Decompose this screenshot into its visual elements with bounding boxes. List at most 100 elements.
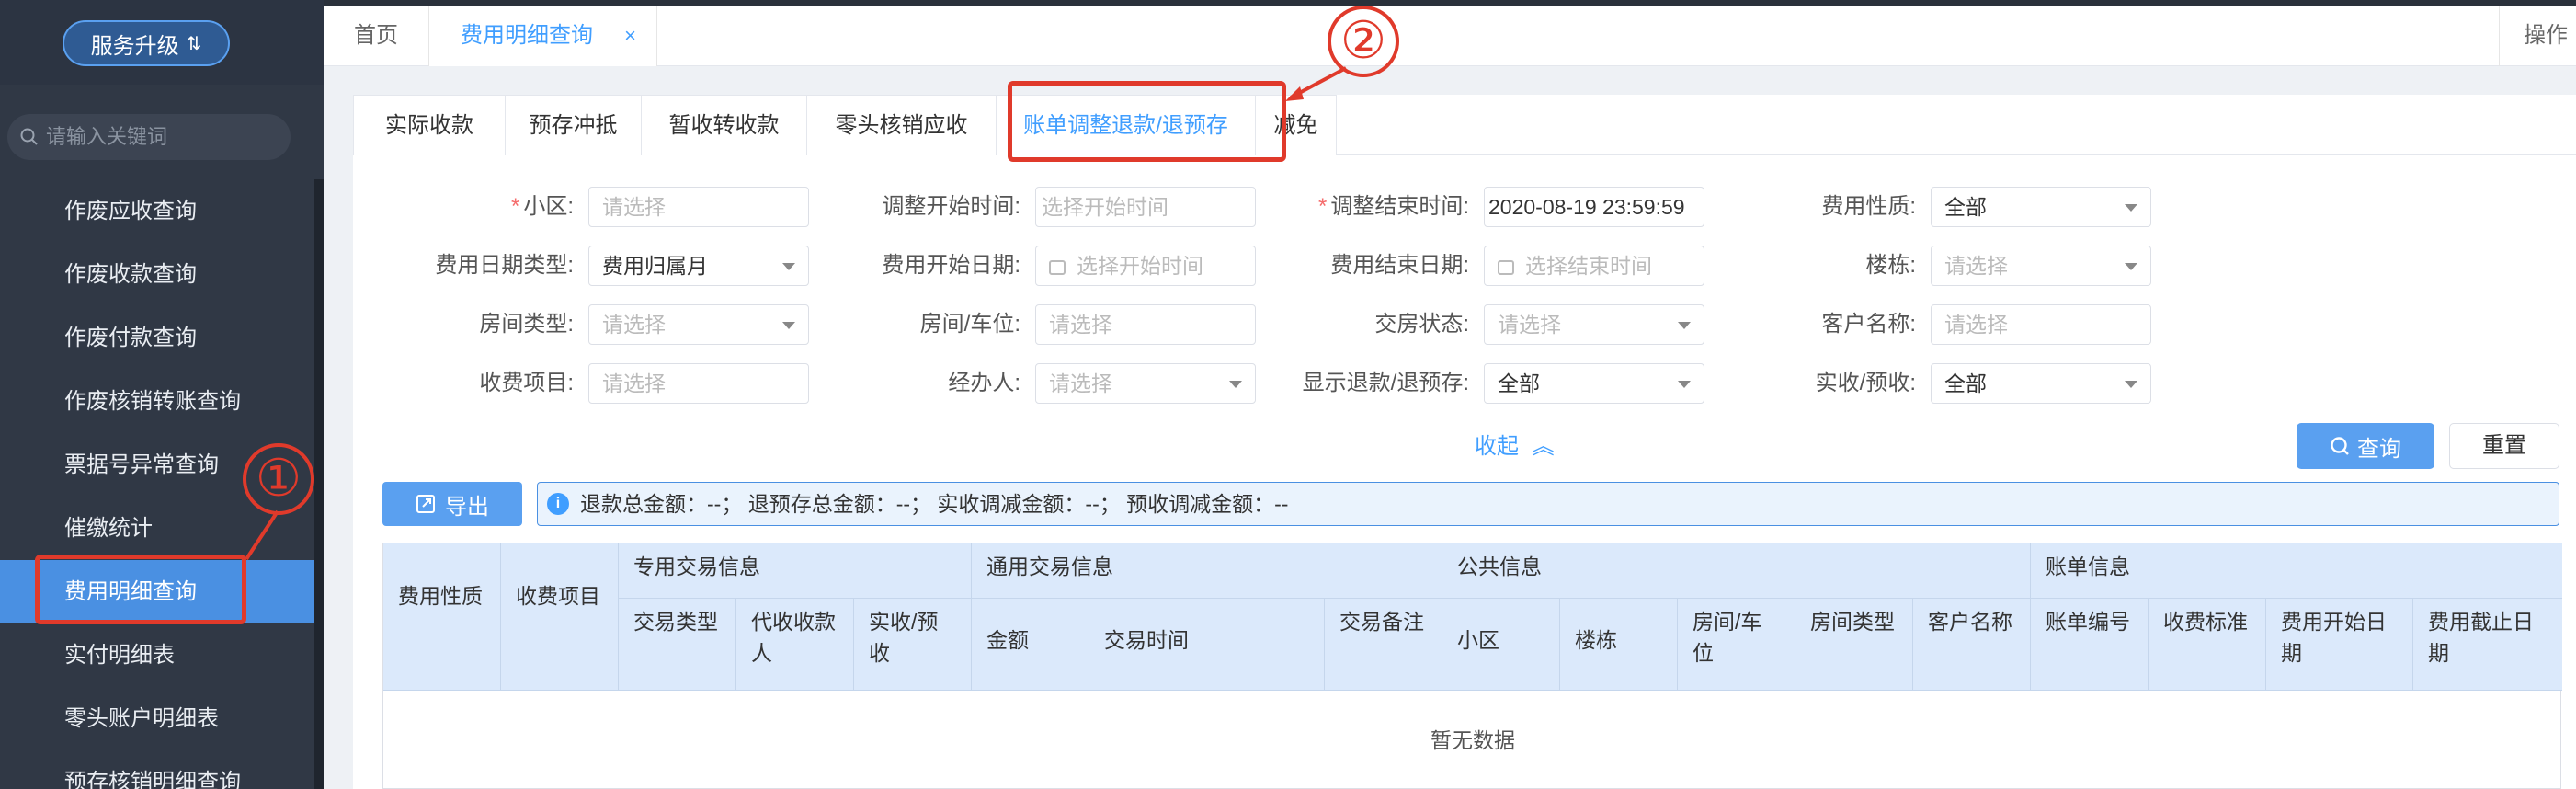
sidebar-item[interactable]: 零头账户明细表 xyxy=(0,687,314,750)
chevron-down-icon xyxy=(2125,204,2137,212)
collapse-toggle[interactable]: 收起 ︽ xyxy=(1475,428,1555,460)
community-label: * 小区: xyxy=(510,194,574,219)
customer-label: 客户名称: xyxy=(1821,312,1916,337)
column-header: 账单编号 xyxy=(2031,599,2149,691)
annotation-circle-1: ① xyxy=(243,443,314,515)
info-icon: i xyxy=(547,493,569,515)
room-type-label: 房间类型: xyxy=(479,312,574,337)
chevron-up-double-icon: ︽ xyxy=(1532,434,1555,459)
fee-nature-select[interactable]: 全部 xyxy=(1931,187,2151,227)
tab-home[interactable]: 首页 xyxy=(324,6,429,66)
handover-select[interactable]: 请选择 xyxy=(1484,304,1704,345)
empty-state: 暂无数据 xyxy=(1430,728,1515,752)
annotation-circle-2: ② xyxy=(1328,6,1399,77)
reset-button[interactable]: 重置 xyxy=(2449,423,2559,469)
show-refund-label: 显示退款/退预存: xyxy=(1302,371,1469,395)
summary-bar: i 退款总金额：--； 退预存总金额：--； 实收调减金额：--； 预收调减金额… xyxy=(537,482,2559,526)
customer-input[interactable]: 请选择 xyxy=(1931,304,2151,345)
tab-prepay-offset[interactable]: 预存冲抵 xyxy=(506,95,642,155)
annotation-box-2 xyxy=(1008,81,1286,162)
group-header: 通用交易信息 xyxy=(972,543,1442,599)
adjust-end-label: * 调整结束时间: xyxy=(1317,194,1469,219)
column-header: 房间类型 xyxy=(1795,599,1913,691)
column-header: 交易备注 xyxy=(1325,599,1442,691)
sidebar-search[interactable] xyxy=(7,114,291,160)
collapse-label: 收起 xyxy=(1475,434,1519,459)
fee-date-type-select[interactable]: 费用归属月 xyxy=(588,246,809,286)
tab-fee-detail[interactable]: 费用明细查询 × xyxy=(429,6,657,66)
form-row: * 小区: 请选择 调整开始时间: 选择开始时间 * 调整结束时间: 2020-08… xyxy=(353,187,2576,227)
show-refund-select[interactable]: 全部 xyxy=(1484,363,1704,404)
export-label: 导出 xyxy=(445,494,489,520)
column-header: 收费标准 xyxy=(2149,599,2266,691)
adjust-start-input[interactable]: 选择开始时间 xyxy=(1035,187,1256,227)
adjust-start-label: 调整开始时间: xyxy=(882,194,1020,219)
chevron-down-icon xyxy=(1678,322,1691,329)
annotation-arrow-2 xyxy=(1290,66,1347,99)
query-button[interactable]: 查询 xyxy=(2297,423,2434,469)
tab-fee-detail-label: 费用明细查询 xyxy=(461,23,593,48)
column-header: 代收收款人 xyxy=(736,599,854,691)
building-select[interactable]: 请选择 xyxy=(1931,246,2151,286)
column-header: 楼栋 xyxy=(1560,599,1678,691)
chevron-down-icon xyxy=(1229,381,1242,388)
handover-label: 交房状态: xyxy=(1374,312,1469,337)
group-header: 专用交易信息 xyxy=(619,543,972,599)
sidebar-item[interactable]: 作废应收查询 xyxy=(0,179,314,243)
sidebar: 服务升级 ⇅ 作废应收查询 作废收款查询 作废付款查询 作废核销转账查询 票据号… xyxy=(0,0,324,789)
upgrade-button[interactable]: 服务升级 ⇅ xyxy=(63,20,230,66)
community-select[interactable]: 请选择 xyxy=(588,187,809,227)
summary-text: 退款总金额：--； 退预存总金额：--； 实收调减金额：--； 预收调减金额：-… xyxy=(580,492,1289,516)
main-card: 实际收款 预存冲抵 暂收转收款 零头核销应收 账单调整退款/退预存 减免 * 小区… xyxy=(353,95,2576,789)
close-icon[interactable]: × xyxy=(624,6,636,66)
room-type-select[interactable]: 请选择 xyxy=(588,304,809,345)
column-header: 费用性质 xyxy=(383,543,501,691)
column-header: 交易时间 xyxy=(1089,599,1325,691)
fee-start-input[interactable]: 选择开始时间 xyxy=(1035,246,1256,286)
fee-end-input[interactable]: 选择结束时间 xyxy=(1484,246,1704,286)
receipt-type-select[interactable]: 全部 xyxy=(1931,363,2151,404)
form-row: 收费项目: 请选择 经办人: 请选择 显示退款/退预存: 全部 实收/预收: 全… xyxy=(353,363,2576,404)
adjust-end-input[interactable]: 2020-08-19 23:59:59 xyxy=(1484,187,1704,227)
fee-detail-table: 费用性质 收费项目 专用交易信息 通用交易信息 公共信息 账单信息 交易类型 代… xyxy=(382,543,2562,789)
sidebar-item[interactable]: 作废付款查询 xyxy=(0,306,314,370)
sidebar-scrollbar[interactable] xyxy=(314,179,324,789)
column-header: 收费项目 xyxy=(501,543,619,691)
building-label: 楼栋: xyxy=(1865,253,1916,278)
fee-start-label: 费用开始日期: xyxy=(882,253,1020,278)
column-header: 交易类型 xyxy=(619,599,736,691)
room-input[interactable]: 请选择 xyxy=(1035,304,1256,345)
sidebar-item[interactable]: 预存核销明细查询 xyxy=(0,750,314,789)
fee-item-input[interactable]: 请选择 xyxy=(588,363,809,404)
column-header: 房间/车位 xyxy=(1678,599,1795,691)
fee-date-type-label: 费用日期类型: xyxy=(435,253,574,278)
column-header: 费用开始日期 xyxy=(2266,599,2413,691)
column-header: 小区 xyxy=(1442,599,1560,691)
sort-arrows-icon: ⇅ xyxy=(186,33,202,54)
search-icon xyxy=(2331,437,2349,455)
handler-label: 经办人: xyxy=(948,371,1020,395)
tab-odd-writeoff[interactable]: 零头核销应收 xyxy=(807,95,997,155)
export-icon xyxy=(416,495,435,513)
chevron-down-icon xyxy=(782,322,795,329)
sidebar-item[interactable]: 作废核销转账查询 xyxy=(0,370,314,433)
sub-tabs: 实际收款 预存冲抵 暂收转收款 零头核销应收 账单调整退款/退预存 减免 xyxy=(353,95,2576,155)
top-strip xyxy=(324,0,2576,6)
export-button[interactable]: 导出 xyxy=(382,482,522,526)
tab-actual-receipt[interactable]: 实际收款 xyxy=(353,95,506,155)
sidebar-item[interactable]: 实付明细表 xyxy=(0,623,314,687)
receipt-type-label: 实收/预收: xyxy=(1815,371,1916,395)
form-row: 费用日期类型: 费用归属月 费用开始日期: 选择开始时间 费用结束日期: 选择结… xyxy=(353,246,2576,286)
search-icon xyxy=(20,128,38,145)
page-tab-bar: 首页 费用明细查询 × 操作 xyxy=(324,0,2576,66)
tab-operations[interactable]: 操作 xyxy=(2499,6,2576,66)
tab-temp-to-receipt[interactable]: 暂收转收款 xyxy=(642,95,807,155)
chevron-down-icon xyxy=(2125,381,2137,388)
fee-item-label: 收费项目: xyxy=(479,371,574,395)
annotation-box-1 xyxy=(35,555,246,624)
handler-select[interactable]: 请选择 xyxy=(1035,363,1256,404)
sidebar-item[interactable]: 作废收款查询 xyxy=(0,243,314,306)
chevron-down-icon xyxy=(782,263,795,270)
sidebar-search-input[interactable] xyxy=(46,125,276,149)
fee-end-label: 费用结束日期: xyxy=(1330,253,1469,278)
